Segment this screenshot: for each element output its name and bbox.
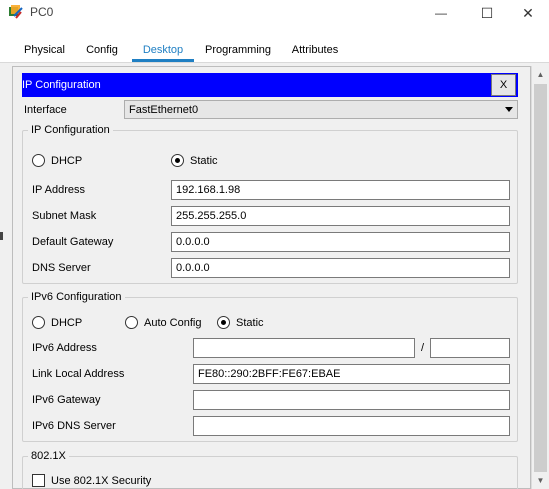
default-gateway-field[interactable]: 0.0.0.0	[171, 232, 510, 252]
prefix-separator: /	[421, 342, 425, 354]
ipv6-dhcp-label: DHCP	[51, 317, 83, 329]
ipv6-dns-server-label: IPv6 DNS Server	[32, 420, 116, 432]
ipv6-address-label: IPv6 Address	[32, 342, 97, 354]
tab-config[interactable]: Config	[80, 40, 124, 62]
scroll-thumb[interactable]	[534, 84, 547, 472]
ip-config-header: IP Configuration X	[22, 73, 518, 97]
dns-server-field[interactable]: 0.0.0.0	[171, 258, 510, 278]
default-gateway-label: Default Gateway	[32, 236, 114, 248]
tab-physical[interactable]: Physical	[17, 40, 72, 62]
link-local-address-field[interactable]: FE80::290:2BFF:FE67:EBAE	[193, 364, 510, 384]
close-panel-label: X	[499, 79, 508, 91]
vertical-scrollbar[interactable]: ▲ ▼	[531, 66, 549, 489]
packet-tracer-app-icon	[9, 5, 23, 19]
ipv6-dns-server-field[interactable]	[193, 416, 510, 436]
interface-select[interactable]: FastEthernet0	[124, 100, 518, 119]
tab-label: Programming	[204, 44, 272, 56]
use-dot1x-checkbox[interactable]	[32, 474, 45, 487]
tab-attributes[interactable]: Attributes	[286, 40, 344, 62]
interface-label: Interface	[24, 104, 67, 116]
tab-label: Physical	[24, 44, 65, 56]
maximize-button[interactable]: ☐	[464, 0, 510, 26]
interface-value: FastEthernet0	[129, 104, 199, 116]
window-edge-marker	[0, 232, 3, 240]
subnet-mask-label: Subnet Mask	[32, 210, 97, 222]
ipv6-auto-config-radio[interactable]	[125, 316, 138, 329]
ipv6-static-label: Static	[236, 317, 264, 329]
ipv6-gateway-label: IPv6 Gateway	[32, 394, 101, 406]
close-icon: ✕	[522, 4, 534, 21]
tab-divider	[0, 62, 549, 63]
dot1x-group-title: 802.1X	[28, 450, 69, 462]
tab-label: Attributes	[291, 44, 339, 56]
ipv6-prefix-field[interactable]	[430, 338, 510, 358]
ipv6-group-title: IPv6 Configuration	[28, 291, 125, 303]
ipv4-dhcp-radio[interactable]	[32, 154, 45, 167]
ipv6-static-radio[interactable]	[217, 316, 230, 329]
subnet-mask-field[interactable]: 255.255.255.0	[171, 206, 510, 226]
close-panel-button[interactable]: X	[491, 74, 516, 96]
use-dot1x-label: Use 802.1X Security	[51, 475, 152, 487]
ipv6-dhcp-radio[interactable]	[32, 316, 45, 329]
panel-title: IP Configuration	[22, 79, 101, 91]
chevron-down-icon	[505, 107, 513, 112]
ipv6-auto-config-label: Auto Config	[144, 317, 202, 329]
dns-server-label: DNS Server	[32, 262, 91, 274]
ipv6-address-field[interactable]	[193, 338, 415, 358]
window-titlebar: PC0 — ☐ ✕	[0, 0, 549, 26]
ipv6-gateway-field[interactable]	[193, 390, 510, 410]
ipv4-dhcp-label: DHCP	[51, 155, 83, 167]
tab-label: Config	[86, 44, 118, 56]
ip-address-field[interactable]: 192.168.1.98	[171, 180, 510, 200]
tab-bar: Physical Config Desktop Programming Attr…	[14, 40, 349, 62]
minimize-button[interactable]: —	[418, 0, 464, 26]
ipv4-static-radio[interactable]	[171, 154, 184, 167]
tab-desktop[interactable]: Desktop	[132, 40, 194, 62]
ipv4-static-label: Static	[190, 155, 218, 167]
ip-address-label: IP Address	[32, 184, 85, 196]
scroll-down-icon[interactable]: ▼	[532, 472, 549, 489]
window-title: PC0	[30, 5, 54, 19]
ipv4-group-title: IP Configuration	[28, 124, 113, 136]
minimize-icon: —	[435, 6, 447, 20]
tab-programming[interactable]: Programming	[202, 40, 274, 62]
scroll-up-icon[interactable]: ▲	[532, 66, 549, 83]
link-local-address-label: Link Local Address	[32, 368, 125, 380]
maximize-icon: ☐	[480, 4, 494, 21]
close-window-button[interactable]: ✕	[505, 0, 549, 26]
tab-label: Desktop	[142, 44, 184, 56]
